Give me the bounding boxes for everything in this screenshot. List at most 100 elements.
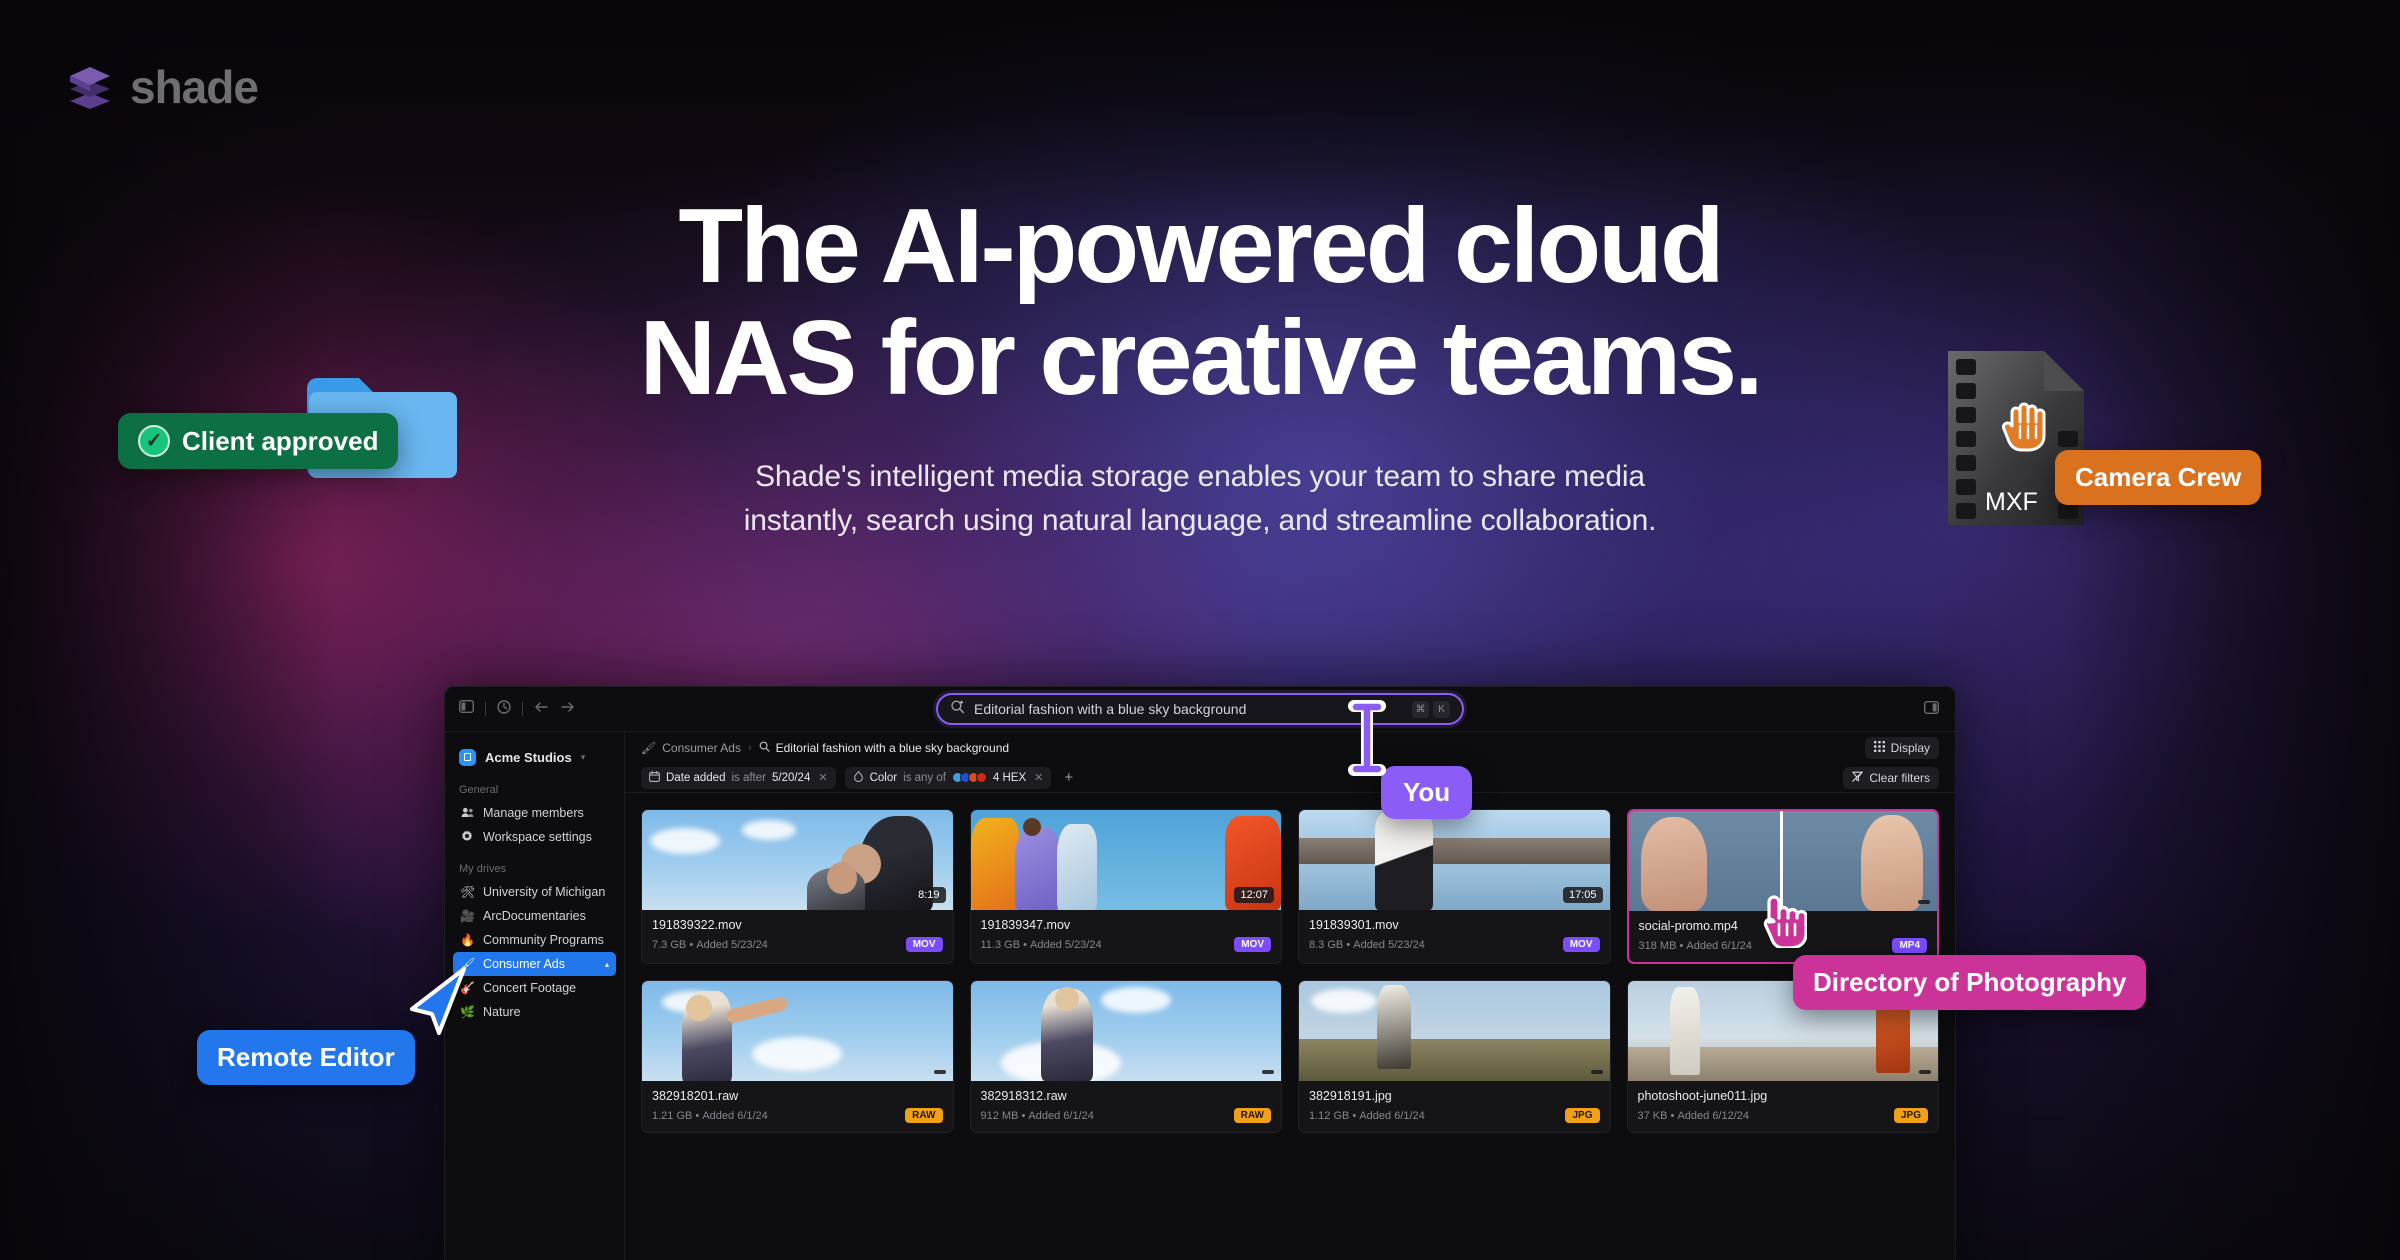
- badge-you[interactable]: You: [1381, 766, 1473, 819]
- file-added: Added 5/23/24: [696, 938, 768, 951]
- add-filter-button[interactable]: +: [1060, 769, 1077, 786]
- sidebar-toggle-icon[interactable]: [458, 699, 475, 718]
- color-drop-icon: [853, 770, 864, 785]
- text-caret-cursor-icon: [1346, 700, 1388, 781]
- badge-camera-crew[interactable]: Camera Crew: [2055, 450, 2262, 505]
- table-row[interactable]: 12:07 191839347.mov 11.3 GB • Added 5/23…: [969, 809, 1282, 964]
- funnel-slash-icon: [1852, 770, 1864, 785]
- file-meta: 191839322.mov 7.3 GB • Added 5/23/24 MOV: [642, 910, 953, 961]
- arrow-cursor-icon: [406, 965, 470, 1042]
- duration-badge: [1918, 900, 1930, 904]
- file-name: 382918201.raw: [652, 1089, 739, 1103]
- app-titlebar: Editorial fashion with a blue sky backgr…: [445, 687, 1955, 731]
- file-size: 11.3 GB: [980, 938, 1021, 951]
- chevron-up-icon: ▴: [604, 959, 609, 969]
- table-row[interactable]: 382918312.raw 912 MB • Added 6/1/24 RAW: [969, 980, 1282, 1133]
- breadcrumb: 🖌 Consumer Ads › Editorial fashion with …: [625, 732, 1955, 763]
- breadcrumb-drive-label: Consumer Ads: [662, 740, 741, 755]
- brand-name: shade: [130, 61, 259, 113]
- forward-arrow-icon[interactable]: [560, 700, 575, 718]
- clear-filters-button[interactable]: Clear filters: [1843, 766, 1939, 789]
- thumbnail: [642, 981, 953, 1081]
- color-swatches: [951, 772, 987, 783]
- badge-directory-of-photography[interactable]: Directory of Photography: [1793, 955, 2147, 1010]
- badge-remote-editor-label: Remote Editor: [217, 1042, 395, 1072]
- thumbnail: 12:07: [970, 810, 1281, 910]
- filter-operator: is after: [731, 771, 766, 784]
- breadcrumb-separator: ›: [747, 741, 752, 754]
- sidebar-item-concert-footage[interactable]: 🎸 Concert Footage: [453, 976, 616, 1000]
- sidebar-item-community-programs[interactable]: 🔥 Community Programs: [453, 928, 616, 952]
- duration-badge: 17:05: [1562, 887, 1603, 903]
- divider: [522, 702, 523, 716]
- sidebar-section-general-label: General: [459, 784, 499, 796]
- sidebar-item-manage-members[interactable]: Manage members: [453, 801, 616, 825]
- drive-icon: 🎥: [460, 909, 475, 923]
- back-arrow-icon[interactable]: [534, 700, 549, 718]
- duration-badge: 8:19: [912, 887, 946, 903]
- sidebar-item-consumer-ads[interactable]: 🖌 Consumer Ads ▴: [453, 952, 616, 976]
- sidebar-item-nature[interactable]: 🌿 Nature: [453, 1000, 616, 1024]
- remove-filter-icon[interactable]: ✕: [818, 771, 827, 784]
- grid-icon: [1873, 740, 1885, 755]
- headline-line-1: The AI-powered cloud: [678, 187, 1724, 305]
- file-size: 7.3 GB: [652, 938, 687, 951]
- file-name: photoshoot-june011.jpg: [1637, 1089, 1768, 1103]
- table-row[interactable]: 8:19 191839322.mov 7.3 GB • Added 5/23/2…: [641, 809, 954, 964]
- file-meta: photoshoot-june011.jpg 37 KB • Added 6/1…: [1628, 1081, 1939, 1132]
- search-shortcut: ⌘ K: [1412, 700, 1450, 718]
- breadcrumb-drive[interactable]: 🖌 Consumer Ads: [641, 741, 741, 755]
- filter-key: Date added: [666, 771, 726, 784]
- filter-key: Color: [869, 771, 898, 784]
- sidebar-item-label: Manage members: [483, 806, 584, 820]
- panel-right-icon[interactable]: [1923, 700, 1940, 719]
- file-added: Added 6/12/24: [1677, 1109, 1750, 1122]
- subhead-line-1: Shade's intelligent media storage enable…: [755, 459, 1645, 493]
- search-sparkle-icon: [950, 699, 965, 719]
- file-size: 318 MB: [1638, 939, 1677, 952]
- sidebar-item-label: ArcDocumentaries: [483, 909, 586, 923]
- table-row[interactable]: 382918191.jpg 1.12 GB • Added 6/1/24 JPG: [1298, 980, 1611, 1133]
- duration-badge: [1262, 1070, 1274, 1074]
- filter-value: 5/20/24: [771, 771, 811, 784]
- file-added: Added 5/23/24: [1030, 938, 1102, 951]
- drive-icon: 🖌: [641, 740, 657, 755]
- file-type-badge: RAW: [905, 1108, 943, 1123]
- drive-icon: 🛠: [460, 885, 476, 899]
- sidebar-item-label: Workspace settings: [483, 830, 592, 844]
- app-body: Acme Studios ▾ General Manage members Wo…: [445, 731, 1955, 1260]
- badge-client-approved[interactable]: ✓ Client approved: [118, 413, 399, 469]
- remove-filter-icon[interactable]: ✕: [1034, 771, 1043, 784]
- sidebar: Acme Studios ▾ General Manage members Wo…: [445, 732, 625, 1260]
- file-type-badge: MP4: [1892, 938, 1927, 953]
- sidebar-item-label: Consumer Ads: [483, 957, 565, 971]
- sidebar-item-university-of-michigan[interactable]: 🛠 University of Michigan: [453, 880, 616, 904]
- thumbnail: 8:19: [642, 810, 953, 910]
- table-row[interactable]: 382918201.raw 1.21 GB • Added 6/1/24 RAW: [641, 980, 954, 1133]
- display-button[interactable]: Display: [1864, 736, 1939, 759]
- thumbnail: [1299, 981, 1610, 1081]
- sidebar-item-workspace-settings[interactable]: Workspace settings: [453, 825, 616, 849]
- badge-remote-editor[interactable]: Remote Editor: [197, 1030, 415, 1085]
- sidebar-item-arcdocumentaries[interactable]: 🎥 ArcDocumentaries: [453, 904, 616, 928]
- filter-chip-color[interactable]: Color is any of 4 HEX ✕: [844, 766, 1052, 789]
- workspace-switcher[interactable]: Acme Studios ▾: [445, 744, 624, 770]
- file-type-badge: MOV: [1562, 937, 1600, 952]
- grab-hand-cursor-icon: [2000, 396, 2052, 457]
- brand-logo[interactable]: shade: [66, 60, 259, 114]
- file-size: 8.3 GB: [1309, 938, 1344, 951]
- badge-client-approved-label: Client approved: [182, 425, 379, 456]
- film-format-label: MXF: [1985, 488, 2038, 516]
- filter-value: 4 HEX: [992, 771, 1027, 784]
- table-row[interactable]: 17:05 191839301.mov 8.3 GB • Added 5/23/…: [1298, 809, 1611, 964]
- display-button-label: Display: [1890, 740, 1930, 755]
- duration-badge: [933, 1070, 946, 1074]
- duration-badge: [1919, 1070, 1931, 1074]
- media-grid: 8:19 191839322.mov 7.3 GB • Added 5/23/2…: [625, 793, 1955, 1260]
- calendar-icon: [649, 770, 660, 785]
- file-added: Added 6/1/24: [1028, 1109, 1094, 1122]
- history-clock-icon[interactable]: [497, 699, 511, 719]
- gear-icon: [460, 830, 474, 844]
- filter-chip-date-added[interactable]: Date added is after 5/20/24 ✕: [641, 766, 836, 789]
- color-swatch: [975, 772, 987, 783]
